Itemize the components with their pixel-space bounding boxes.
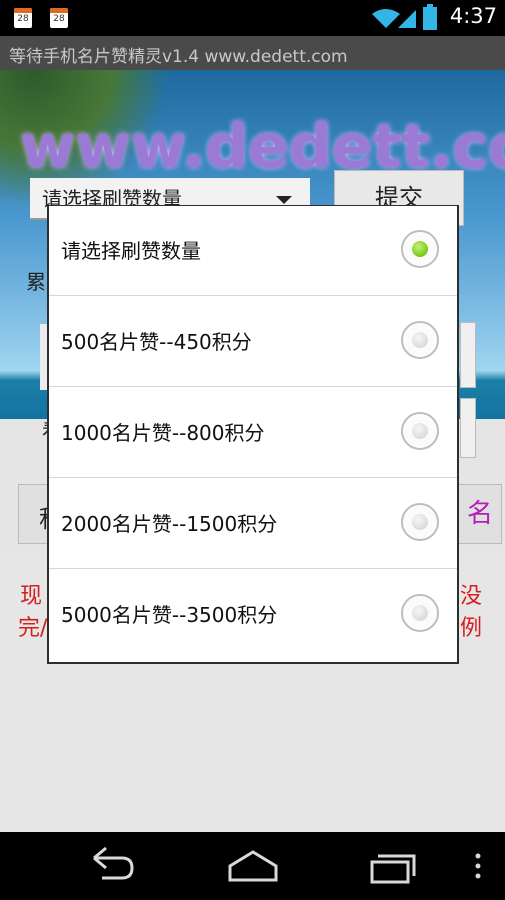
signal-icon: [398, 10, 416, 28]
battery-icon: [423, 4, 437, 30]
notice-text: 例: [460, 616, 483, 641]
option-label: 1000名片赞--800积分: [61, 421, 265, 445]
radio-dot: [412, 514, 428, 530]
calendar-icon: 28: [14, 8, 32, 28]
background-field: [460, 322, 476, 388]
option-item[interactable]: 2000名片赞--1500积分: [49, 479, 457, 569]
status-bar: 28 28 4:37: [0, 0, 505, 36]
back-icon[interactable]: [88, 844, 136, 888]
option-label: 2000名片赞--1500积分: [61, 512, 278, 536]
radio-dot: [412, 605, 428, 621]
radio-button[interactable]: [401, 503, 439, 541]
radio-button[interactable]: [401, 412, 439, 450]
calendar-icon: 28: [50, 8, 68, 28]
recent-apps-icon[interactable]: [368, 844, 420, 888]
radio-button[interactable]: [401, 594, 439, 632]
choice-dialog: 请选择刷赞数量 500名片赞--450积分 1000名片赞--800积分 200…: [49, 206, 457, 662]
notice-text: 现: [20, 584, 43, 609]
app-title: 等待手机名片赞精灵v1.4 www.dedett.com: [9, 47, 348, 67]
notice-text: 完/: [18, 616, 48, 641]
background-label: 累: [26, 270, 46, 294]
radio-dot: [412, 332, 428, 348]
radio-button[interactable]: [401, 230, 439, 268]
clock: 4:37: [449, 4, 497, 28]
radio-selected-dot: [412, 241, 428, 257]
option-item[interactable]: 5000名片赞--3500积分: [49, 570, 457, 660]
navigation-bar: [0, 832, 505, 900]
option-item[interactable]: 请选择刷赞数量: [49, 206, 457, 296]
option-item[interactable]: 1000名片赞--800积分: [49, 388, 457, 478]
background-field: [460, 398, 476, 458]
option-item[interactable]: 500名片赞--450积分: [49, 297, 457, 387]
notification-day: 28: [53, 14, 65, 24]
menu-icon[interactable]: [472, 844, 484, 888]
option-label: 5000名片赞--3500积分: [61, 603, 278, 627]
dropdown-arrow-icon: [276, 196, 292, 204]
home-icon[interactable]: [226, 844, 280, 888]
background-button[interactable]: 名: [458, 484, 502, 544]
app-title-bar: 等待手机名片赞精灵v1.4 www.dedett.com: [0, 36, 505, 70]
notice-text: 没: [460, 584, 483, 609]
radio-button[interactable]: [401, 321, 439, 359]
notification-day: 28: [17, 14, 29, 24]
option-label: 请选择刷赞数量: [61, 239, 201, 263]
radio-dot: [412, 423, 428, 439]
option-label: 500名片赞--450积分: [61, 330, 252, 354]
